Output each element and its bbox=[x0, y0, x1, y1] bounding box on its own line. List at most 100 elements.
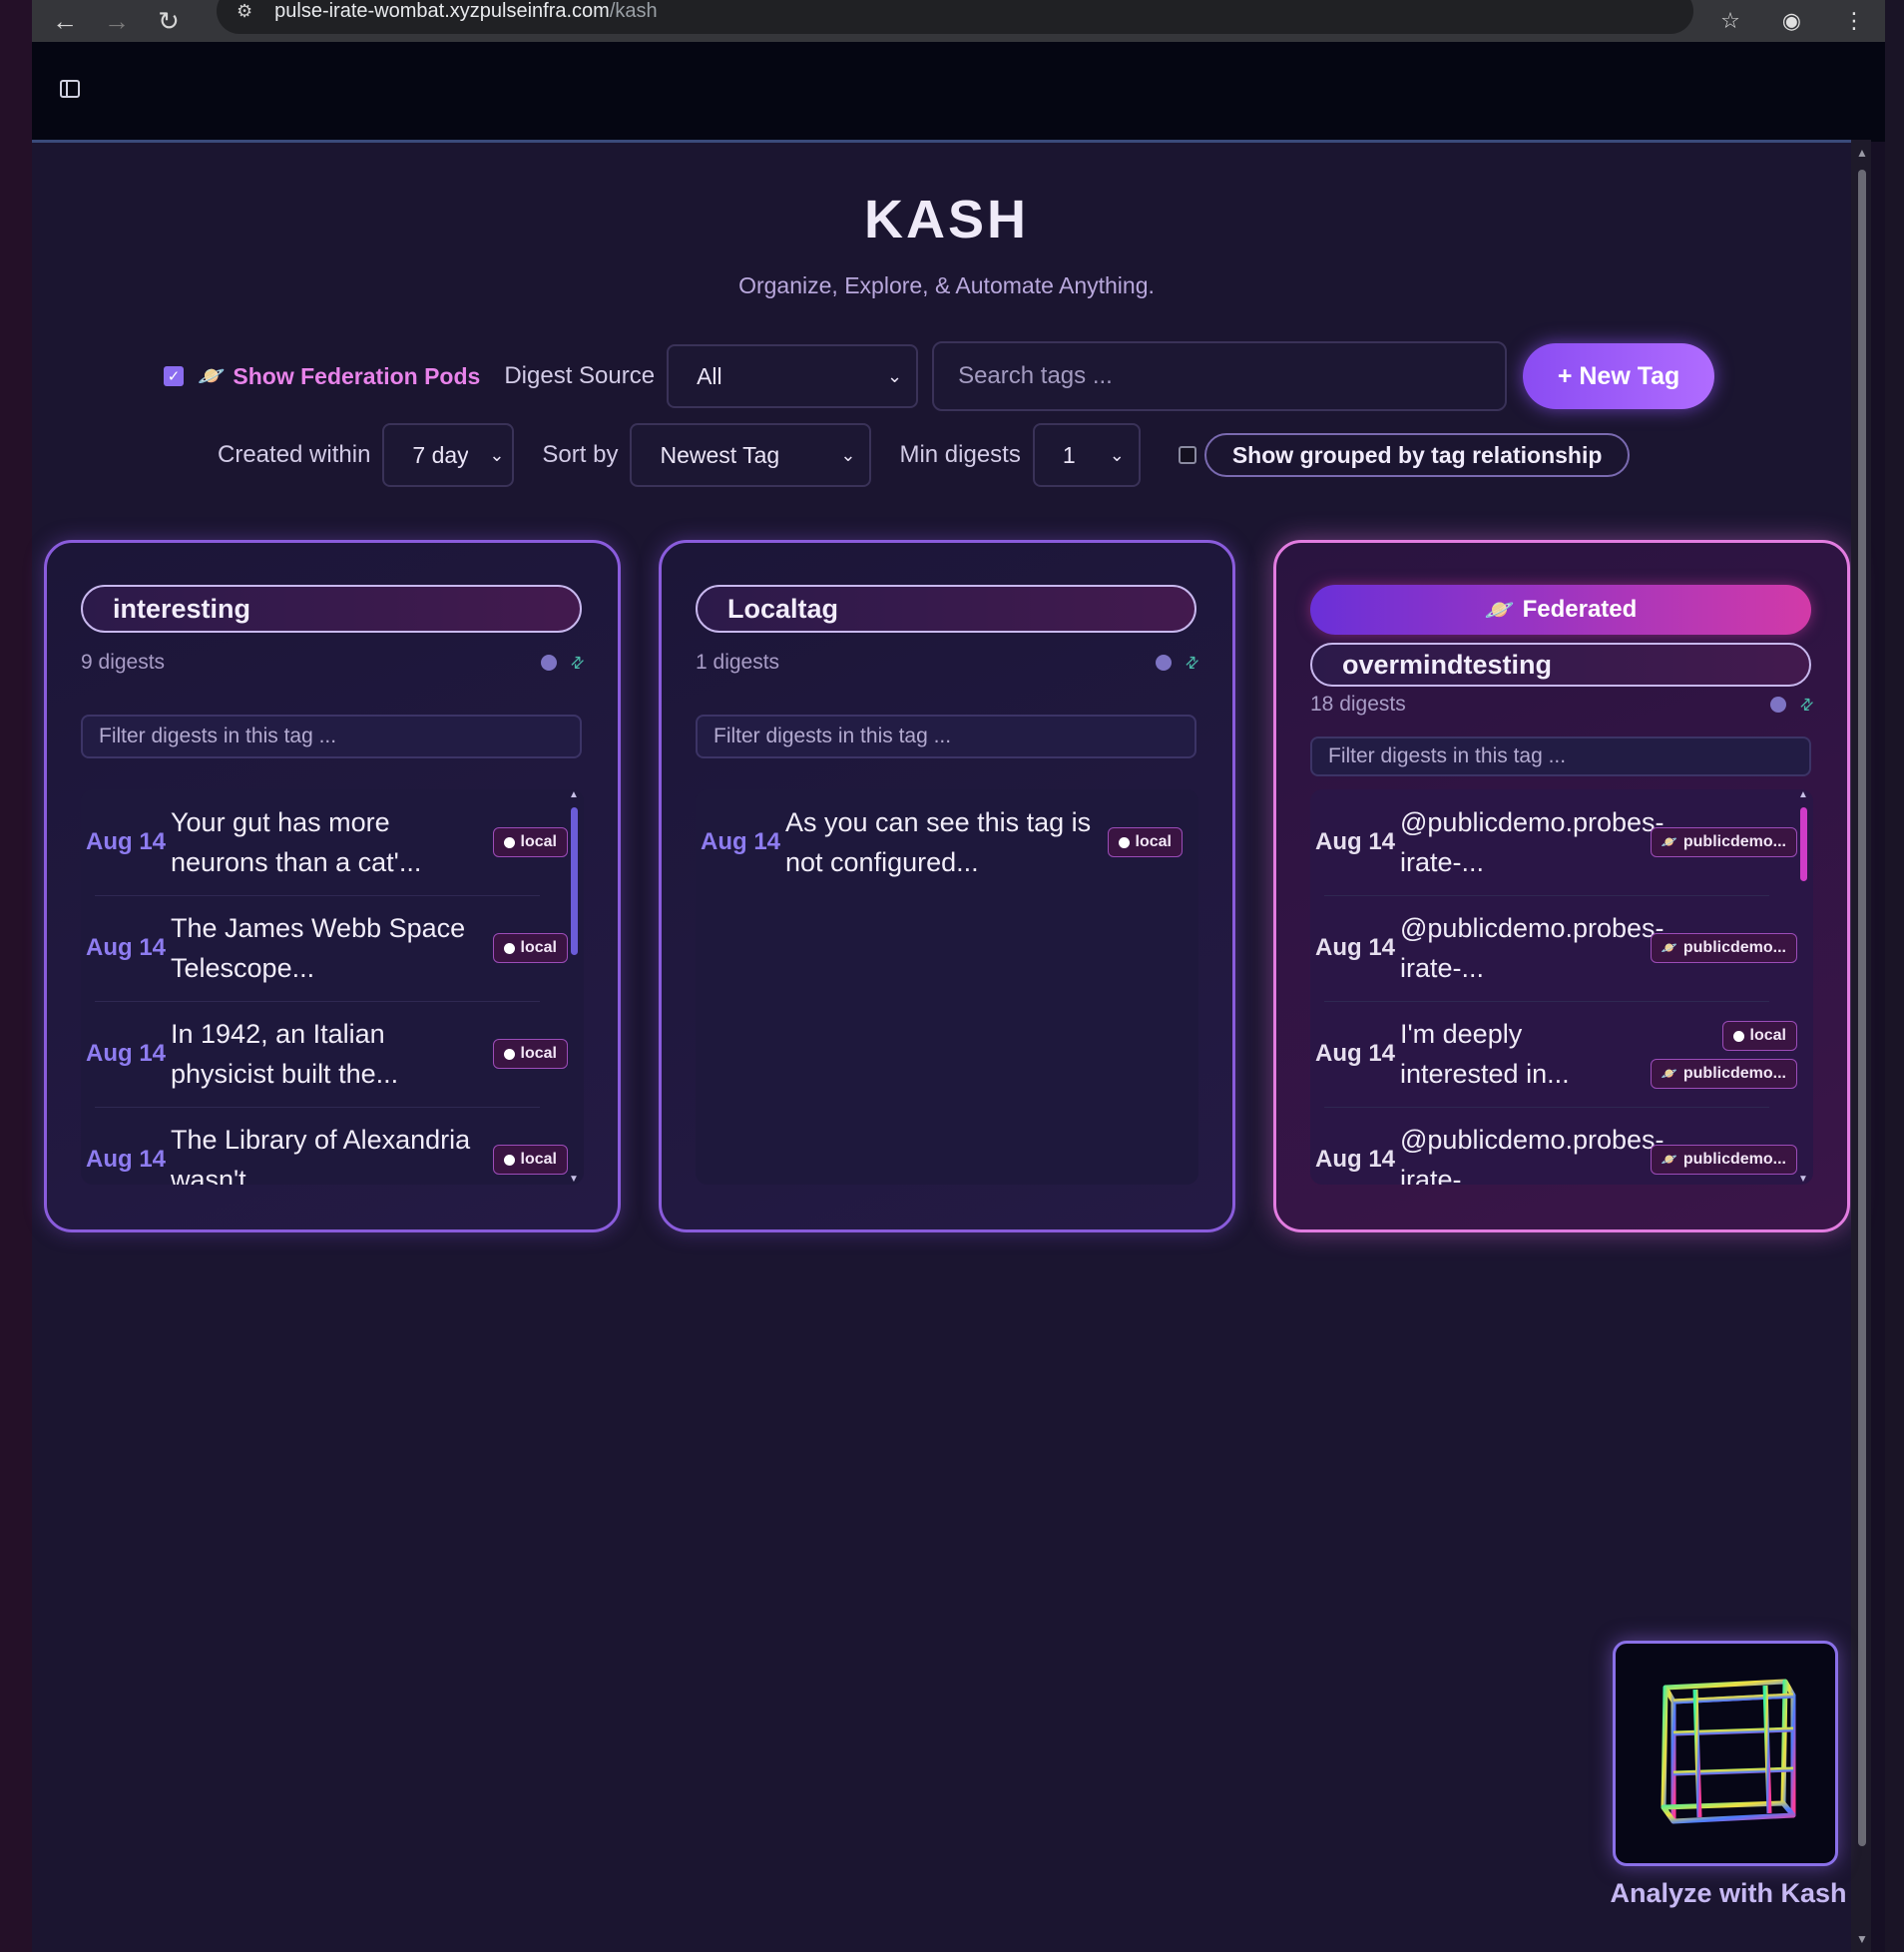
digest-count: 18 digests bbox=[1310, 693, 1406, 716]
chevron-down-icon: ⌄ bbox=[489, 444, 505, 465]
digest-text: I'm deeply interested in... bbox=[1400, 1019, 1570, 1089]
browser-window: ← → ↻ ⚙ pulse-irate-wombat.xyzpulseinfra… bbox=[32, 0, 1885, 1952]
url-path: /kash bbox=[609, 0, 658, 22]
local-dot-icon bbox=[503, 1048, 515, 1060]
filter-digests-input[interactable]: Filter digests in this tag ... bbox=[81, 715, 582, 758]
digest-text: As you can see this tag is not configure… bbox=[785, 807, 1092, 877]
back-arrow-icon[interactable]: ← bbox=[46, 5, 84, 37]
status-dot bbox=[540, 655, 557, 671]
kash-main-panel: KASH Organize, Explore, & Automate Anyth… bbox=[32, 140, 1861, 1952]
status-dot bbox=[1155, 655, 1172, 671]
list-scrollbar[interactable]: ▲ ▼ bbox=[1797, 789, 1811, 1185]
digest-text: In 1942, an Italian physicist built the.… bbox=[171, 1019, 399, 1089]
planet-icon: 🪐 bbox=[1661, 834, 1677, 849]
min-digests-select[interactable]: 1 ⌄ bbox=[1032, 423, 1141, 487]
scroll-thumb[interactable] bbox=[571, 807, 578, 955]
list-item[interactable]: Aug 14 The Library of Alexandria wasn't.… bbox=[81, 1107, 584, 1185]
filter-digests-input[interactable]: Filter digests in this tag ... bbox=[1310, 736, 1811, 776]
scroll-down-icon[interactable]: ▼ bbox=[1798, 1174, 1808, 1185]
scroll-up-icon[interactable]: ▲ bbox=[1856, 146, 1868, 160]
created-within-select[interactable]: 7 day ⌄ bbox=[382, 423, 515, 487]
list-item[interactable]: Aug 14 In 1942, an Italian physicist bui… bbox=[81, 1001, 584, 1107]
sort-by-select[interactable]: Newest Tag ⌄ bbox=[630, 423, 872, 487]
digest-list: Aug 14 As you can see this tag is not co… bbox=[696, 789, 1198, 1185]
min-digests-label: Min digests bbox=[899, 441, 1021, 468]
scroll-up-icon[interactable]: ▲ bbox=[1798, 789, 1808, 800]
group-by-relationship-checkbox[interactable] bbox=[1178, 446, 1196, 464]
filter-row-primary: ✓ 🪐 Show Federation Pods Digest Source A… bbox=[164, 341, 1715, 411]
digest-date: Aug 14 bbox=[86, 828, 167, 855]
digest-list: Aug 14 Your gut has more neurons than a … bbox=[81, 789, 584, 1185]
reload-icon[interactable]: ↻ bbox=[150, 5, 188, 37]
list-item[interactable]: Aug 14 The James Webb Space Telescope...… bbox=[81, 895, 584, 1001]
list-item[interactable]: Aug 14 @publicdemo.probes-irate-... 🪐 pub… bbox=[1310, 789, 1813, 895]
site-settings-icon[interactable]: ⚙ bbox=[237, 1, 252, 22]
desktop-edge bbox=[0, 0, 32, 1952]
group-by-relationship-toggle[interactable]: Show grouped by tag relationship bbox=[1203, 433, 1631, 477]
tag-name-pill[interactable]: Localtag bbox=[696, 585, 1196, 633]
local-dot-icon bbox=[1732, 1030, 1744, 1042]
digest-source-select[interactable]: All ⌄ bbox=[667, 344, 919, 408]
show-federation-label[interactable]: Show Federation Pods bbox=[233, 363, 480, 390]
page-title: KASH bbox=[863, 190, 1029, 249]
filter-digests-input[interactable]: Filter digests in this tag ... bbox=[696, 715, 1196, 758]
planet-icon: 🪐 bbox=[198, 363, 226, 388]
chevron-down-icon: ⌄ bbox=[840, 444, 856, 465]
list-scrollbar[interactable]: ▲ ▼ bbox=[568, 789, 582, 1185]
sidebar-toggle-icon[interactable] bbox=[60, 80, 80, 98]
show-federation-checkbox[interactable]: ✓ bbox=[164, 366, 184, 386]
planet-icon: 🪐 bbox=[1661, 940, 1677, 955]
source-badge: local bbox=[492, 827, 568, 857]
new-tag-button[interactable]: + New Tag bbox=[1523, 343, 1715, 409]
digest-count: 1 digests bbox=[696, 651, 780, 674]
profile-icon[interactable]: ◉ bbox=[1782, 8, 1801, 34]
scroll-down-icon[interactable]: ▼ bbox=[1856, 1932, 1868, 1946]
tag-name-pill[interactable]: overmindtesting bbox=[1310, 643, 1811, 687]
analyze-with-kash-button[interactable] bbox=[1613, 1641, 1838, 1866]
source-badge: local bbox=[1107, 827, 1183, 857]
source-badge: 🪐 publicdemo... bbox=[1650, 1145, 1797, 1175]
local-dot-icon bbox=[1118, 836, 1130, 848]
page-scroll-thumb[interactable] bbox=[1858, 170, 1866, 1846]
planet-icon: 🪐 bbox=[1661, 1152, 1677, 1167]
expand-icon[interactable]: ⇄ bbox=[1794, 693, 1818, 717]
planet-icon: 🪐 bbox=[1484, 596, 1515, 624]
bookmark-star-icon[interactable]: ☆ bbox=[1720, 8, 1740, 34]
digest-count: 9 digests bbox=[81, 651, 166, 674]
created-within-value: 7 day bbox=[412, 441, 469, 468]
page-subtitle: Organize, Explore, & Automate Anything. bbox=[738, 272, 1155, 298]
source-badge: local bbox=[1721, 1021, 1797, 1051]
local-dot-icon bbox=[503, 942, 515, 954]
expand-icon[interactable]: ⇄ bbox=[565, 651, 589, 675]
digest-date: Aug 14 bbox=[701, 828, 781, 855]
analyze-with-kash-label[interactable]: Analyze with Kash bbox=[1599, 1878, 1858, 1909]
menu-kebab-icon[interactable]: ⋮ bbox=[1843, 8, 1865, 34]
digest-date: Aug 14 bbox=[86, 1040, 167, 1067]
list-item[interactable]: Aug 14 As you can see this tag is not co… bbox=[696, 789, 1198, 895]
forward-arrow-icon[interactable]: → bbox=[98, 5, 136, 37]
address-bar[interactable]: ⚙ pulse-irate-wombat.xyzpulseinfra.com/k… bbox=[217, 0, 1693, 34]
list-item[interactable]: Aug 14 @publicdemo.probes-irate-... 🪐 pub… bbox=[1310, 895, 1813, 1001]
digest-source-label: Digest Source bbox=[504, 362, 656, 389]
list-item[interactable]: Aug 14 Your gut has more neurons than a … bbox=[81, 789, 584, 895]
chevron-down-icon: ⌄ bbox=[1109, 444, 1125, 465]
list-item[interactable]: Aug 14 @publicdemo.probes-irate-... 🪐 pub… bbox=[1310, 1107, 1813, 1185]
expand-icon[interactable]: ⇄ bbox=[1180, 651, 1203, 675]
source-badge: 🪐 publicdemo... bbox=[1650, 1059, 1797, 1089]
scroll-up-icon[interactable]: ▲ bbox=[569, 789, 579, 800]
scroll-down-icon[interactable]: ▼ bbox=[569, 1174, 579, 1185]
tag-name-pill[interactable]: interesting bbox=[81, 585, 582, 633]
tag-card-overmindtesting: 🪐 Federated overmindtesting 18 digests ⇄ … bbox=[1273, 540, 1850, 1232]
tag-card-interesting: interesting 9 digests ⇄ Filter digests i… bbox=[44, 540, 621, 1232]
list-item[interactable]: Aug 14 I'm deeply interested in... local… bbox=[1310, 1001, 1813, 1107]
source-badge: 🪐 publicdemo... bbox=[1650, 933, 1797, 963]
search-tags-input[interactable]: Search tags ... bbox=[932, 341, 1508, 411]
status-dot bbox=[1769, 697, 1786, 713]
browser-toolbar: ← → ↻ ⚙ pulse-irate-wombat.xyzpulseinfra… bbox=[32, 0, 1885, 42]
source-badge: local bbox=[492, 933, 568, 963]
page-scrollbar[interactable]: ▲ ▼ bbox=[1851, 140, 1871, 1952]
scroll-thumb[interactable] bbox=[1800, 807, 1807, 881]
digest-text: @publicdemo.probes-irate-... bbox=[1400, 1125, 1665, 1185]
url-host: pulse-irate-wombat.xyzpulseinfra.com bbox=[274, 0, 610, 22]
sort-by-value: Newest Tag bbox=[660, 441, 780, 468]
